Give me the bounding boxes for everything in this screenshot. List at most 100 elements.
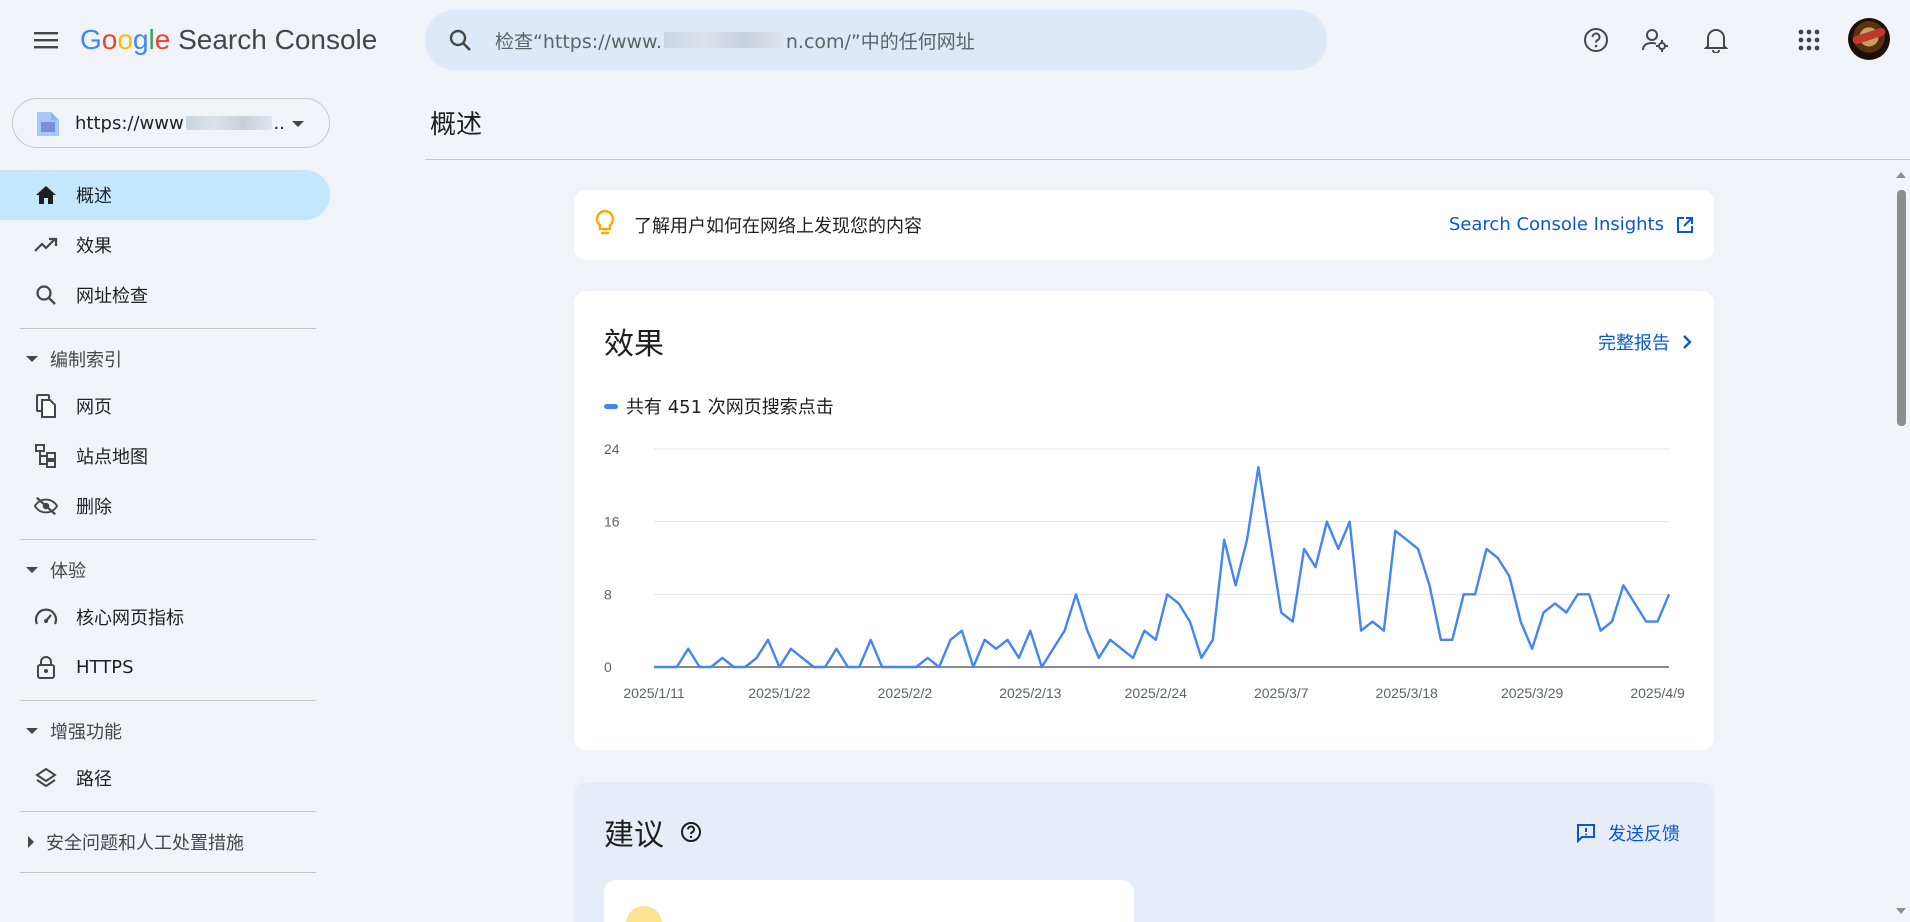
suggestion-status-icon <box>626 906 662 922</box>
logo-letter: o <box>101 24 118 55</box>
performance-title: 效果 <box>604 327 664 362</box>
sidebar-item-performance[interactable]: 效果 <box>0 220 330 270</box>
scroll-down-arrow-icon[interactable] <box>1896 908 1906 914</box>
sidebar-item-label: 核心网页指标 <box>76 608 184 629</box>
account-avatar[interactable] <box>1848 18 1890 60</box>
google-apps-button[interactable] <box>1789 20 1829 60</box>
full-report-label: 完整报告 <box>1598 333 1670 354</box>
sidebar-item-label: 效果 <box>76 236 112 257</box>
sidebar-item-pages[interactable]: 网页 <box>0 381 330 431</box>
search-console-logo[interactable]: Google Search Console <box>80 24 377 56</box>
sidebar-item-overview[interactable]: 概述 <box>0 170 330 220</box>
y-tick-label: 16 <box>604 514 620 530</box>
lock-icon <box>34 655 58 679</box>
nav-divider <box>20 539 316 540</box>
expand-triangle-icon <box>26 728 38 734</box>
search-console-insights-link[interactable]: Search Console Insights <box>1449 214 1694 235</box>
search-icon <box>34 283 58 307</box>
send-feedback-button[interactable]: 发送反馈 <box>1576 820 1680 846</box>
visibility-off-icon <box>34 494 58 518</box>
nav-divider <box>20 700 316 701</box>
suggestions-card: 建议 发送反馈 <box>574 782 1714 922</box>
sidebar-item-sitemaps[interactable]: 站点地图 <box>0 431 330 481</box>
sidebar-item-label: HTTPS <box>76 656 134 678</box>
suggestions-header: 建议 <box>604 810 702 854</box>
collapsed-triangle-icon <box>28 836 34 848</box>
scrollbar-thumb[interactable] <box>1897 190 1906 426</box>
property-selector[interactable]: https://www.. <box>12 98 330 148</box>
pages-icon <box>34 394 58 418</box>
sidebar-item-label: 概述 <box>76 186 112 207</box>
nav-group-experience[interactable]: 体验 <box>0 548 330 592</box>
apps-grid-icon <box>1798 29 1820 51</box>
trending-up-icon <box>34 233 58 257</box>
url-inspection-search-input[interactable]: 检查“https://www. n.com/”中的任何网址 <box>425 10 1327 70</box>
sidebar-item-url-inspection[interactable]: 网址检查 <box>0 270 330 320</box>
nav-divider <box>20 811 316 812</box>
sidebar-item-label: 站点地图 <box>76 447 148 468</box>
series-line-clicks <box>654 466 1671 669</box>
search-placeholder: 检查“https://www. n.com/”中的任何网址 <box>495 27 975 54</box>
sidebar-item-label: 网页 <box>76 397 112 418</box>
expand-triangle-icon <box>26 567 38 573</box>
property-domain-icon <box>35 110 59 136</box>
notifications-icon <box>1704 29 1728 53</box>
manage-users-icon <box>1642 29 1668 52</box>
sidebar-item-removals[interactable]: 删除 <box>0 481 330 531</box>
layers-icon <box>34 766 58 790</box>
x-tick-label: 2025/3/29 <box>1501 685 1563 701</box>
scroll-up-arrow-icon[interactable] <box>1896 172 1906 178</box>
logo-letter: o <box>117 24 133 55</box>
full-report-link[interactable]: 完整报告 <box>1598 329 1692 355</box>
sidebar-nav: 概述 效果 网址检查 编制索引 网页 站点地图 删除 体验 核心网页指标 HTT… <box>0 170 330 881</box>
redacted-domain <box>185 116 272 130</box>
property-url-text: https://www <box>75 112 184 134</box>
hamburger-menu-icon <box>34 32 58 49</box>
send-feedback-label: 发送反馈 <box>1608 824 1680 845</box>
x-tick-label: 2025/3/18 <box>1376 685 1438 701</box>
logo-letter: g <box>132 24 149 55</box>
help-icon <box>1584 28 1608 52</box>
property-url-ellipsis: .. <box>273 112 285 134</box>
property-url: https://www.. <box>75 113 285 134</box>
logo-letter: G <box>80 24 102 55</box>
x-tick-label: 2025/4/9 <box>1630 685 1685 701</box>
notifications-button[interactable] <box>1696 20 1736 60</box>
clicks-line-chart: 0 8 16 24 2025/1/11 2025/1/22 2025/2/2 2025/2/1… <box>604 441 1685 701</box>
sidebar-item-label: 网址检查 <box>76 286 148 307</box>
sidebar-item-breadcrumbs[interactable]: 路径 <box>0 753 330 803</box>
legend-swatch <box>604 403 618 409</box>
title-divider <box>425 159 1910 160</box>
x-tick-label: 2025/2/13 <box>999 685 1061 701</box>
x-tick-label: 2025/2/2 <box>878 685 933 701</box>
page-title: 概述 <box>430 110 483 140</box>
expand-triangle-icon <box>26 356 38 362</box>
users-permissions-button[interactable] <box>1635 20 1675 60</box>
page-scrollbar[interactable] <box>1892 166 1910 922</box>
x-tick-label: 2025/3/7 <box>1254 685 1309 701</box>
suggestions-title: 建议 <box>604 818 664 853</box>
y-tick-label: 24 <box>604 441 620 457</box>
nav-group-enhancements[interactable]: 增强功能 <box>0 709 330 753</box>
top-app-bar: Google Search Console 检查“https://www. n.c… <box>0 0 1910 80</box>
open-in-new-icon <box>1677 216 1693 233</box>
performance-card: 效果 完整报告 共有 451 次网页搜索点击 0 8 16 24 2025/1/11 20… <box>574 291 1714 750</box>
sidebar-item-label: 路径 <box>76 769 112 790</box>
insights-banner: 了解用户如何在网络上发现您的内容 Search Console Insights <box>574 190 1714 260</box>
nav-group-label: 安全问题和人工处置措施 <box>46 833 244 854</box>
suggestion-item-card[interactable] <box>604 880 1134 922</box>
sidebar-item-label: 删除 <box>76 497 112 518</box>
main-menu-button[interactable] <box>26 22 66 58</box>
legend-label: 共有 451 次网页搜索点击 <box>626 397 834 418</box>
home-icon <box>34 183 58 207</box>
x-tick-label: 2025/2/24 <box>1125 685 1187 701</box>
feedback-icon <box>1577 824 1595 843</box>
nav-group-indexing[interactable]: 编制索引 <box>0 337 330 381</box>
help-icon[interactable] <box>680 821 702 843</box>
sidebar-item-https[interactable]: HTTPS <box>0 642 330 692</box>
nav-group-security-manual-actions[interactable]: 安全问题和人工处置措施 <box>0 820 330 864</box>
sidebar-item-core-web-vitals[interactable]: 核心网页指标 <box>0 592 330 642</box>
chart-legend: 共有 451 次网页搜索点击 <box>604 393 834 419</box>
help-button[interactable] <box>1576 20 1616 60</box>
y-tick-label: 0 <box>604 659 612 675</box>
